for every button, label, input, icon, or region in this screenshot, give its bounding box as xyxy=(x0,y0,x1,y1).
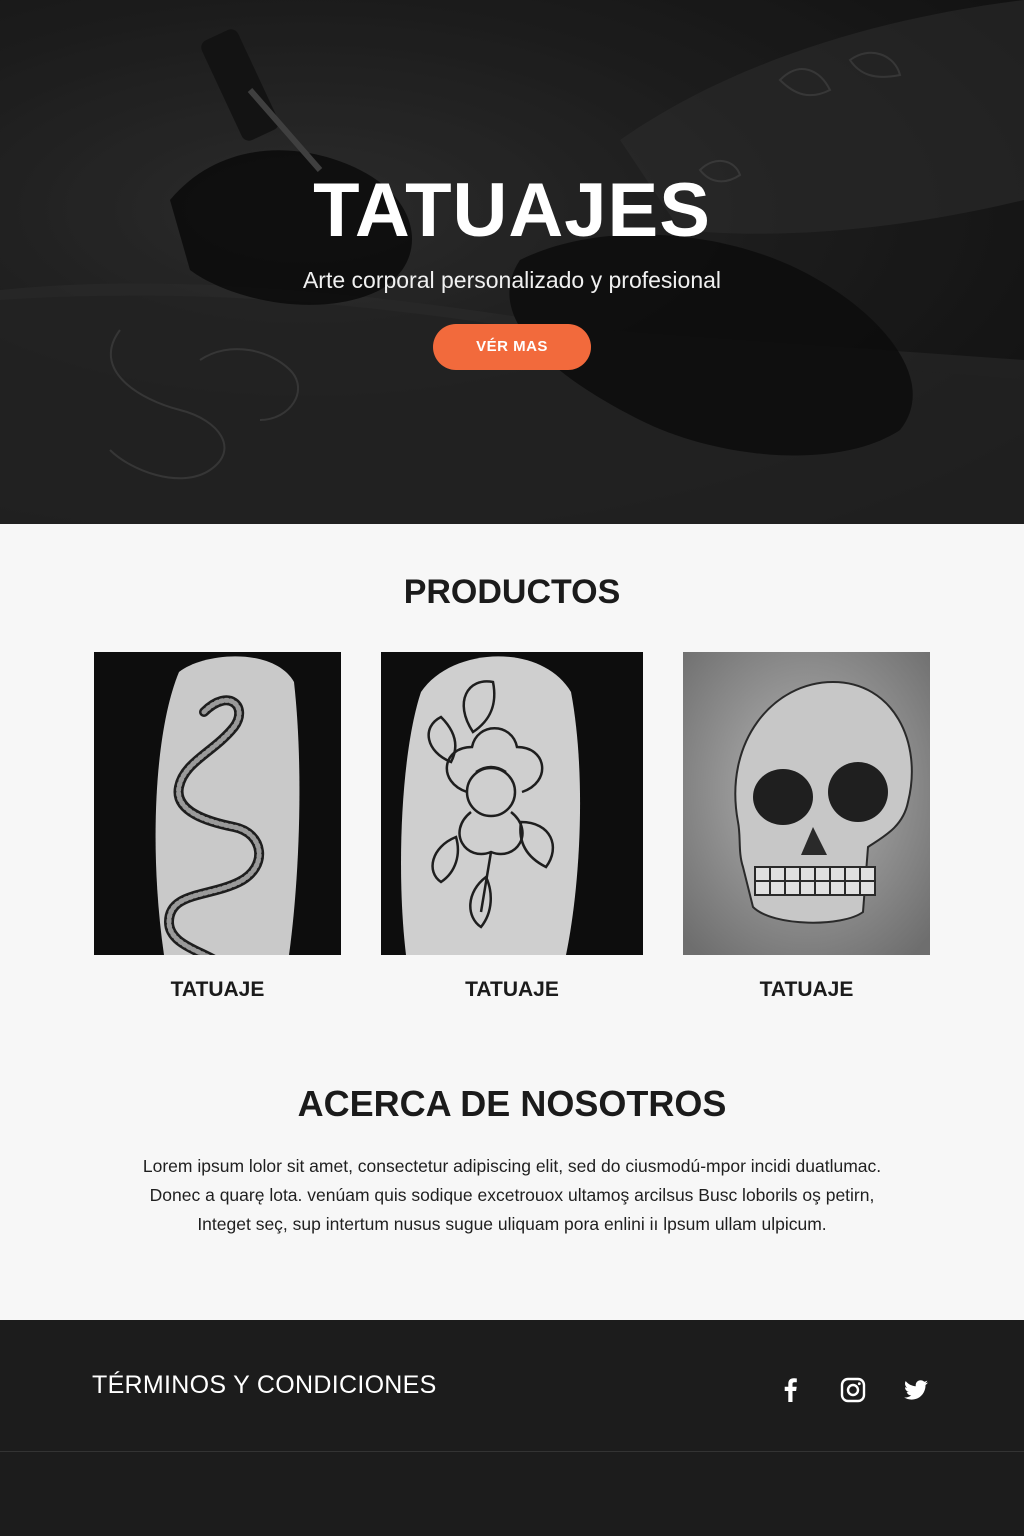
products-title: PRODUCTOS xyxy=(403,573,621,611)
product-label: TATUAJE xyxy=(759,978,854,1001)
about-line: Donec a quarę lota. venúam quis sodique … xyxy=(149,1185,875,1205)
product-label: TATUAJE xyxy=(465,978,559,1001)
terms-link[interactable]: TÉRMINOS Y CONDICIONES xyxy=(92,1370,437,1400)
about-line: Lorem ipsum lolor sit amet, consectetur … xyxy=(142,1156,882,1176)
about-line: Integet seç, sup intertum nusus sugue ul… xyxy=(197,1214,827,1234)
twitter-icon[interactable] xyxy=(901,1375,931,1405)
instagram-icon[interactable] xyxy=(838,1375,868,1405)
product-card[interactable]: TATUAJE xyxy=(94,652,341,1005)
flower-tattoo-image[interactable] xyxy=(381,652,643,955)
product-card[interactable]: TATUAJE xyxy=(683,652,930,1005)
product-label: TATUAJE xyxy=(170,978,265,1001)
footer: TÉRMINOS Y CONDICIONES xyxy=(0,1320,1024,1536)
hero-title: TATUAJES xyxy=(313,168,711,253)
skull-tattoo-image[interactable] xyxy=(683,652,930,955)
about-paragraph: Lorem ipsum lolor sit amet, consectetur … xyxy=(80,1152,944,1239)
product-card[interactable]: TATUAJE xyxy=(381,652,643,1005)
hero-banner: TATUAJES Arte corporal personalizado y p… xyxy=(0,0,1024,524)
snake-tattoo-image[interactable] xyxy=(94,652,341,955)
hero-content: TATUAJES Arte corporal personalizado y p… xyxy=(0,170,1024,370)
about-title: ACERCA DE NOSOTROS xyxy=(297,1083,727,1124)
facebook-icon[interactable] xyxy=(776,1375,806,1405)
ver-mas-button[interactable]: VÉR MAS xyxy=(433,324,591,370)
footer-divider xyxy=(0,1451,1024,1452)
hero-subtitle: Arte corporal personalizado y profesiona… xyxy=(302,267,722,293)
